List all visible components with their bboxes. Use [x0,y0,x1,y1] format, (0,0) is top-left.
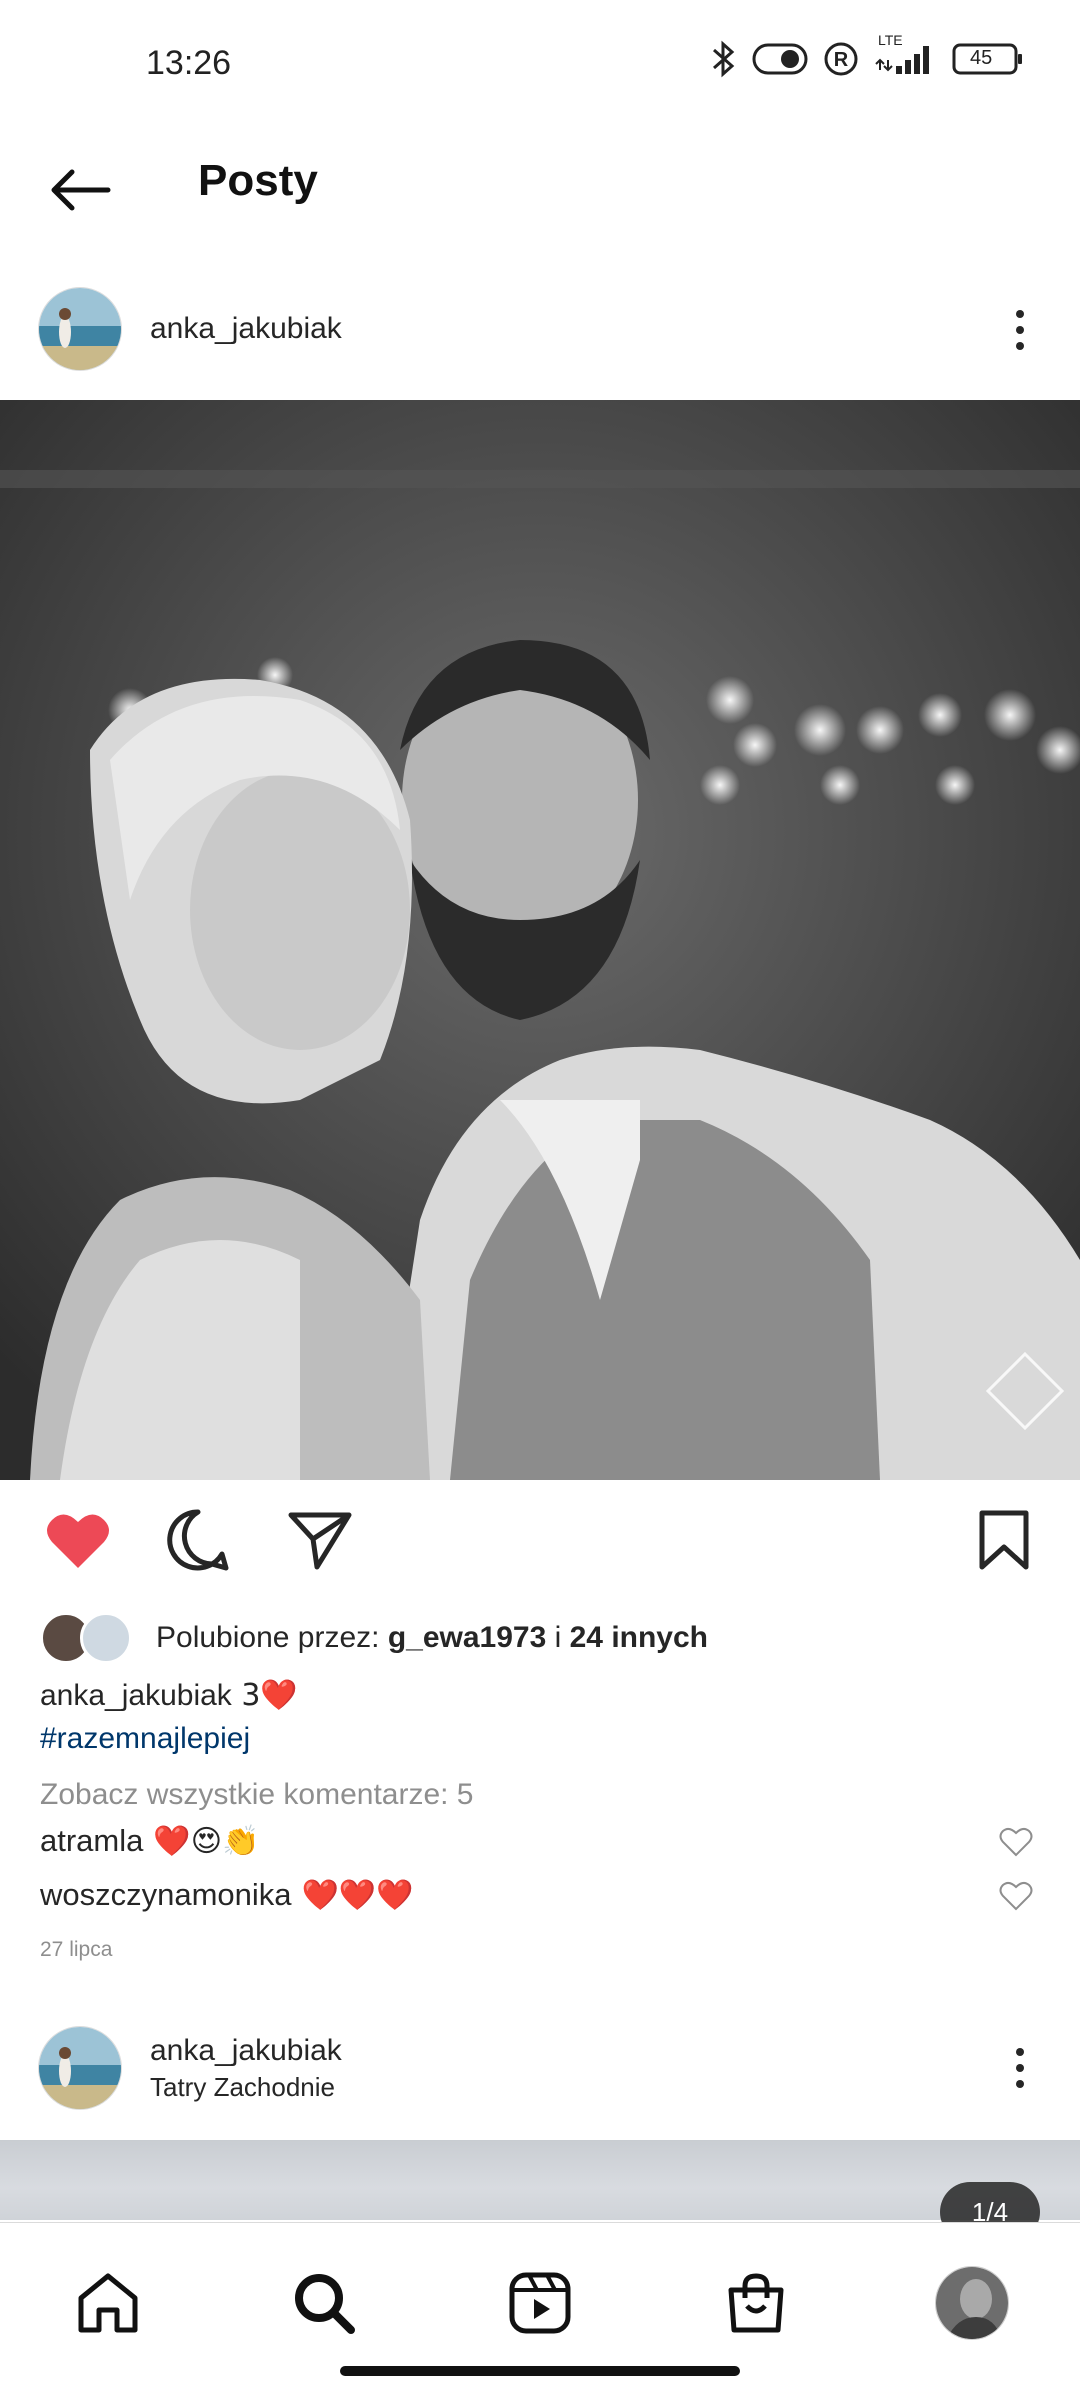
more-vert-icon [1016,2048,1024,2056]
comment-username[interactable]: atramla [40,1823,143,1859]
like-button[interactable] [38,1495,118,1585]
toggle-icon [752,42,808,76]
comment-username[interactable]: woszczynamonika [40,1877,292,1913]
nav-search[interactable] [274,2253,374,2353]
comment-like-button[interactable] [996,1822,1036,1862]
comment-like-button[interactable] [996,1876,1036,1916]
top-bar: Posty [0,130,1080,250]
comment-item: atramla ❤️😍👏 [40,1823,259,1859]
comment-icon [167,1509,229,1571]
likes-joiner: i [546,1621,570,1654]
avatar[interactable] [38,287,122,371]
caption: anka_jakubiak 3❤️ [40,1678,298,1713]
post-username[interactable]: anka_jakubiak [150,2034,342,2068]
post-header: anka_jakubiak [0,265,1080,395]
nav-home[interactable] [58,2253,158,2353]
view-all-comments-link[interactable]: Zobacz wszystkie komentarze: 5 [40,1778,474,1812]
heart-outline-icon [999,1827,1033,1857]
avatar[interactable] [38,2026,122,2110]
back-arrow-icon [51,169,111,211]
reels-icon [509,2272,571,2334]
likes-others[interactable]: 24 innych [570,1621,708,1654]
nav-profile[interactable] [922,2253,1022,2353]
watermark-logo [985,1351,1065,1431]
share-button[interactable] [280,1495,360,1585]
battery-level: 45 [970,47,993,69]
signal-icon: LTE [874,32,938,78]
page-title: Posty [198,156,318,205]
post-photo[interactable] [0,400,1080,1480]
registered-icon: R [822,40,860,78]
bookmark-icon [979,1510,1029,1570]
battery-icon: 45 [952,42,1024,76]
status-time: 13:26 [146,44,232,82]
comment-text: ❤️😍👏 [153,1823,260,1859]
screen: 13:26 R LTE 45 Posty anka_jakubiak Polub… [0,0,1080,2400]
likes-user[interactable]: g_ewa1973 [388,1621,546,1654]
svg-text:R: R [834,49,849,71]
post-actions [0,1495,1080,1595]
bluetooth-icon [710,40,738,78]
network-type: LTE [878,32,903,48]
likes-prefix: Polubione przez: [156,1621,388,1654]
nav-reels[interactable] [490,2253,590,2353]
likes-row[interactable]: Polubione przez: g_ewa1973 i 24 innych [40,1608,708,1668]
more-options-button[interactable] [1000,2038,1040,2098]
search-icon [295,2274,355,2334]
comment-item: woszczynamonika ❤️❤️❤️ [40,1877,414,1913]
bookmark-button[interactable] [964,1495,1044,1585]
nav-shop[interactable] [706,2253,806,2353]
comment-text: ❤️❤️❤️ [301,1877,414,1913]
post-username[interactable]: anka_jakubiak [150,312,342,346]
post-location[interactable]: Tatry Zachodnie [150,2072,335,2103]
more-options-button[interactable] [1000,300,1040,360]
status-bar: 13:26 R LTE 45 [0,0,1080,130]
post-photo[interactable] [0,2140,1080,2220]
liker-avatar [80,1612,132,1664]
caption-username[interactable]: anka_jakubiak [40,1679,232,1712]
home-icon [78,2273,138,2333]
back-button[interactable] [40,150,120,230]
post-date: 27 lipca [40,1938,113,1961]
status-icons: R LTE 45 [710,32,1024,78]
shop-icon [728,2273,784,2333]
caption-text: 3❤️ [231,1678,298,1713]
comment-button[interactable] [158,1495,238,1585]
liker-avatars [40,1610,140,1666]
heart-filled-icon [47,1514,109,1568]
home-indicator [340,2366,740,2376]
share-icon [288,1512,352,1570]
profile-avatar [935,2266,1009,2340]
hashtag-link[interactable]: #razemnajlepiej [40,1722,250,1756]
more-vert-icon [1016,310,1024,318]
heart-outline-icon [999,1881,1033,1911]
likes-text: Polubione przez: g_ewa1973 i 24 innych [156,1621,708,1655]
post-header: anka_jakubiak Tatry Zachodnie [0,2000,1080,2130]
